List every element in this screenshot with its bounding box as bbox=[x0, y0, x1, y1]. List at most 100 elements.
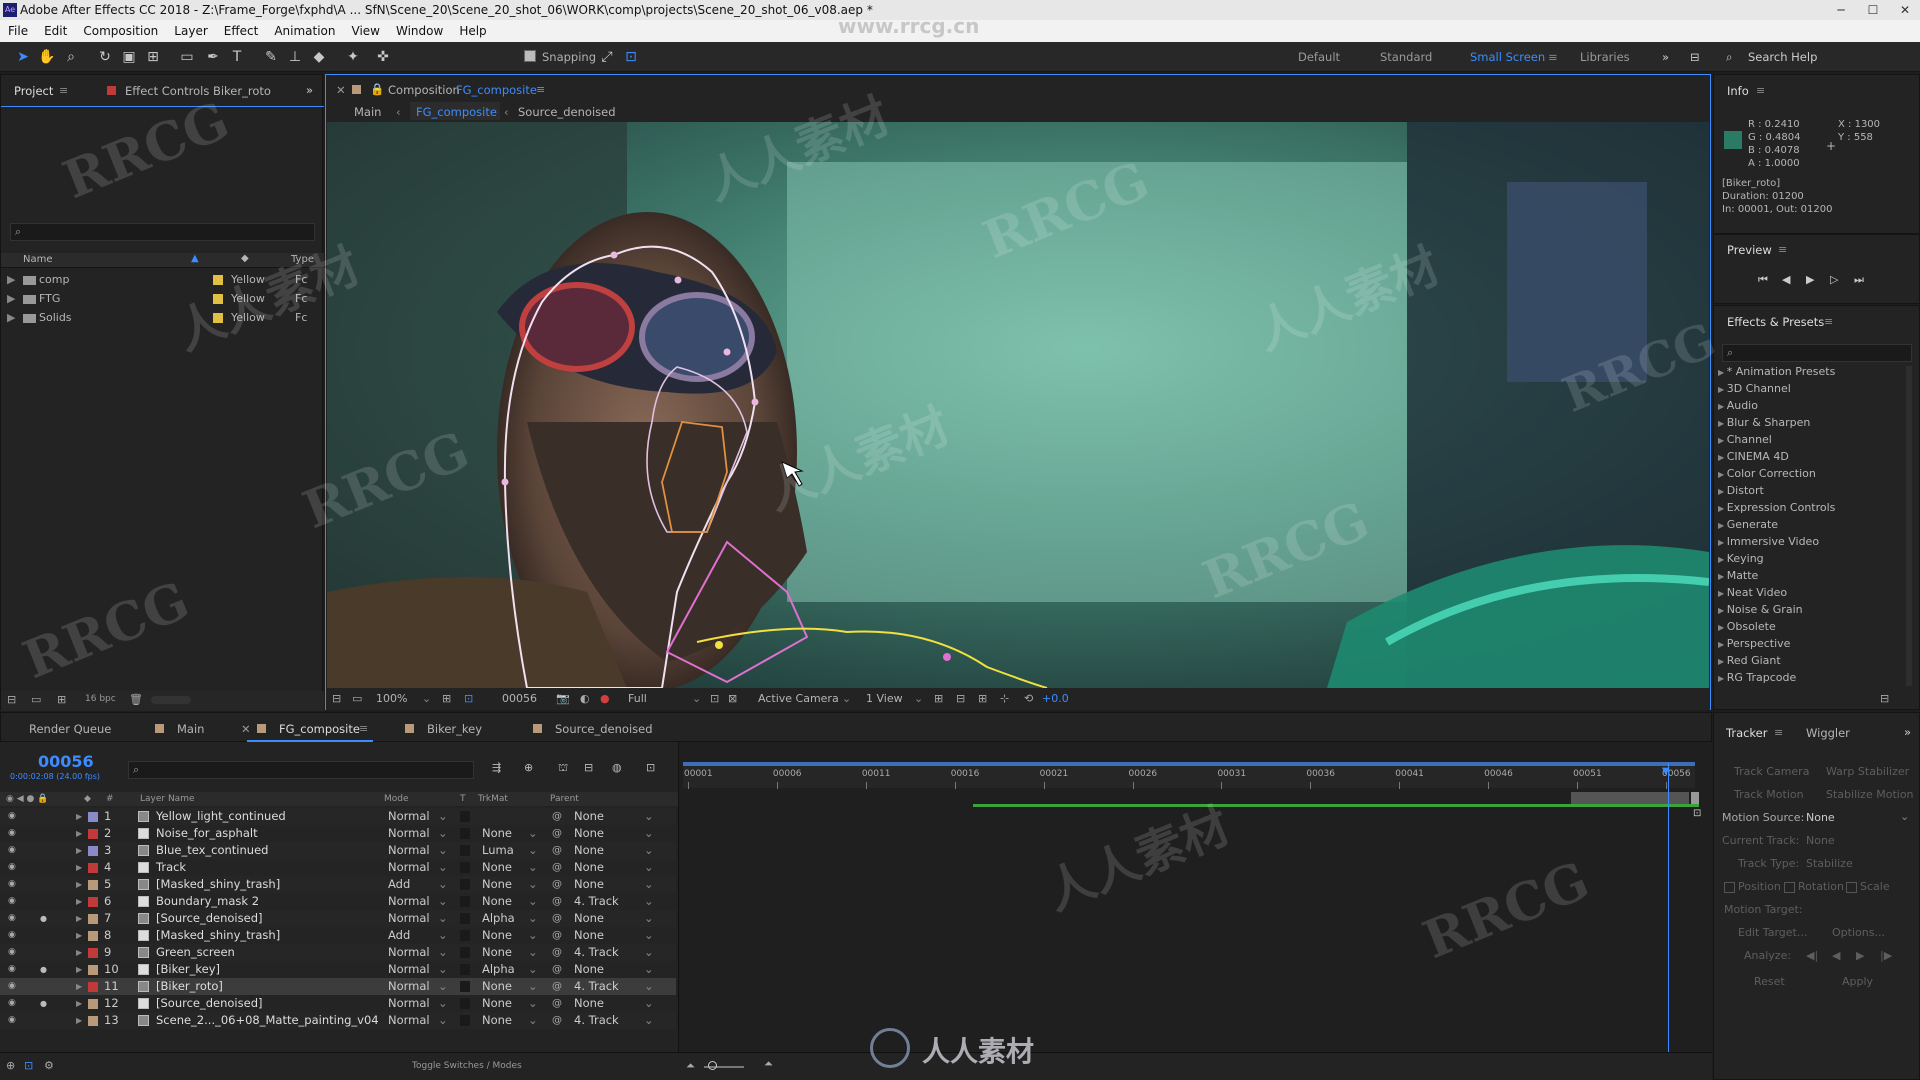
chevron-down-icon[interactable]: ⌄ bbox=[644, 808, 654, 825]
trkmat-dropdown[interactable]: Alpha bbox=[482, 961, 515, 978]
playhead-line[interactable] bbox=[1668, 763, 1669, 1053]
expand-arrow-icon[interactable]: ▶ bbox=[1718, 674, 1727, 683]
workspace-libraries[interactable]: Libraries bbox=[1580, 50, 1630, 64]
effects-category[interactable]: ▶ Distort bbox=[1718, 484, 1764, 497]
tab-source-denoised[interactable]: Source_denoised bbox=[555, 722, 653, 736]
zoom-slider-thumb[interactable] bbox=[708, 1061, 717, 1070]
playhead-marker-icon[interactable]: ▼ bbox=[1662, 766, 1670, 777]
layer-name[interactable]: [Masked_shiny_trash] bbox=[156, 927, 280, 944]
mask-vertex[interactable] bbox=[501, 478, 509, 486]
snapping-checkbox[interactable] bbox=[524, 50, 536, 62]
analyze-back-icon[interactable]: ◀ bbox=[1832, 949, 1840, 962]
effects-category[interactable]: ▶ * Animation Presets bbox=[1718, 365, 1835, 378]
tab-fg-composite[interactable]: FG_composite bbox=[279, 722, 360, 736]
chevron-down-icon[interactable]: ⌄ bbox=[528, 927, 538, 944]
expand-arrow-icon[interactable]: ▶ bbox=[76, 808, 82, 825]
visibility-eye-icon[interactable]: ◉ bbox=[8, 961, 16, 978]
effects-category[interactable]: ▶ Obsolete bbox=[1718, 620, 1776, 633]
eraser-tool-icon[interactable]: ◆ bbox=[310, 48, 328, 66]
mode-dropdown[interactable]: Normal bbox=[388, 893, 430, 910]
current-time-display[interactable]: 00056 bbox=[38, 752, 94, 771]
expand-arrow-icon[interactable]: ▶ bbox=[1718, 657, 1727, 666]
parent-dropdown[interactable]: None bbox=[574, 995, 604, 1012]
expand-arrow-icon[interactable]: ▶ bbox=[76, 893, 82, 910]
workspace-default[interactable]: Default bbox=[1298, 50, 1340, 64]
chevron-down-icon[interactable]: ⌄ bbox=[528, 910, 538, 927]
hand-tool-icon[interactable]: ✋ bbox=[38, 48, 56, 66]
toggle-pixel-icon[interactable]: ⊞ bbox=[934, 688, 943, 710]
layer-name[interactable]: Blue_tex_continued bbox=[156, 842, 268, 859]
clone-stamp-tool-icon[interactable]: ⊥ bbox=[286, 48, 304, 66]
visibility-eye-icon[interactable]: ◉ bbox=[8, 944, 16, 961]
channel-icon[interactable]: ● bbox=[600, 688, 610, 710]
mode-dropdown[interactable]: Normal bbox=[388, 961, 430, 978]
preserve-transparency-box[interactable] bbox=[460, 981, 470, 992]
last-frame-icon[interactable]: ⏭ bbox=[1854, 273, 1864, 287]
pick-whip-icon[interactable]: @ bbox=[552, 1012, 562, 1029]
expand-arrow-icon[interactable]: ▶ bbox=[76, 1012, 82, 1029]
chevron-down-icon[interactable]: ⌄ bbox=[438, 1012, 448, 1029]
breadcrumb-fg-composite[interactable]: FG_composite bbox=[416, 105, 497, 119]
solo-icon[interactable]: ● bbox=[40, 995, 47, 1012]
expand-arrow-icon[interactable]: ▶ bbox=[1718, 385, 1727, 394]
mode-dropdown[interactable]: Add bbox=[388, 876, 410, 893]
menu-help[interactable]: Help bbox=[459, 20, 486, 42]
lock-icon[interactable]: 🔒 bbox=[370, 82, 384, 96]
menu-layer[interactable]: Layer bbox=[174, 20, 207, 42]
expand-arrow-icon[interactable]: ▶ bbox=[1718, 470, 1727, 479]
tab-wiggler[interactable]: Wiggler bbox=[1806, 726, 1850, 740]
snapshot-icon[interactable]: 📷 bbox=[556, 688, 570, 710]
zoom-tool-icon[interactable]: ⌕ bbox=[62, 48, 80, 66]
visibility-eye-icon[interactable]: ◉ bbox=[8, 825, 16, 842]
label-color[interactable] bbox=[88, 897, 98, 907]
rotate-tool-icon[interactable]: ↻ bbox=[96, 48, 114, 66]
layer-name[interactable]: Track bbox=[156, 859, 186, 876]
stabilize-motion-button[interactable]: Stabilize Motion bbox=[1826, 788, 1914, 801]
visibility-eye-icon[interactable]: ◉ bbox=[8, 808, 16, 825]
effects-category[interactable]: ▶ Neat Video bbox=[1718, 586, 1787, 599]
effects-category[interactable]: ▶ Red Giant bbox=[1718, 654, 1781, 667]
chevron-down-icon[interactable]: ⌄ bbox=[438, 893, 448, 910]
fit-icon[interactable]: ⊞ bbox=[442, 688, 451, 710]
chevron-down-icon[interactable]: ⌄ bbox=[644, 825, 654, 842]
close-tab-icon[interactable]: ✕ bbox=[241, 722, 251, 736]
time-ruler[interactable] bbox=[683, 766, 1695, 788]
project-item[interactable]: ▶ FTG Yellow Fc bbox=[7, 290, 319, 307]
expand-arrow-icon[interactable]: ▶ bbox=[1718, 538, 1727, 547]
mode-dropdown[interactable]: Normal bbox=[388, 825, 430, 842]
chevron-down-icon[interactable]: ⌄ bbox=[528, 961, 538, 978]
chevron-down-icon[interactable]: ⌄ bbox=[644, 910, 654, 927]
frame-blending-icon[interactable]: ⊟ bbox=[584, 761, 593, 774]
effects-scrollbar[interactable] bbox=[1906, 366, 1912, 686]
panel-overflow-icon[interactable]: » bbox=[1904, 725, 1911, 739]
panel-overflow-icon[interactable]: » bbox=[306, 83, 313, 97]
info-menu-icon[interactable]: ≡ bbox=[1756, 84, 1765, 97]
chevron-down-icon[interactable]: ⌄ bbox=[842, 688, 851, 710]
label-color[interactable] bbox=[88, 863, 98, 873]
solo-icon[interactable]: ● bbox=[40, 961, 47, 978]
expand-arrow-icon[interactable]: ▶ bbox=[1718, 521, 1727, 530]
info-tab[interactable]: Info bbox=[1727, 84, 1749, 98]
composition-name[interactable]: FG_composite bbox=[456, 83, 537, 97]
effects-search-input[interactable]: ⌕ bbox=[1722, 344, 1912, 362]
effects-tab[interactable]: Effects & Presets bbox=[1727, 315, 1824, 329]
parent-dropdown[interactable]: 4. Track bbox=[574, 944, 619, 961]
preserve-transparency-box[interactable] bbox=[460, 998, 470, 1009]
label-color[interactable] bbox=[88, 846, 98, 856]
chevron-down-icon[interactable]: ⌄ bbox=[644, 978, 654, 995]
new-comp-icon[interactable]: ⊞ bbox=[57, 693, 66, 706]
chevron-down-icon[interactable]: ⌄ bbox=[438, 876, 448, 893]
preserve-transparency-box[interactable] bbox=[460, 845, 470, 856]
rotation-checkbox[interactable] bbox=[1784, 882, 1795, 893]
chevron-down-icon[interactable]: ⌄ bbox=[438, 961, 448, 978]
visibility-eye-icon[interactable]: ◉ bbox=[8, 978, 16, 995]
layer-name[interactable]: Boundary_mask 2 bbox=[156, 893, 259, 910]
always-preview-icon[interactable]: ⊟ bbox=[332, 688, 341, 710]
chevron-down-icon[interactable]: ⌄ bbox=[644, 1012, 654, 1029]
chevron-down-icon[interactable]: ⌄ bbox=[438, 825, 448, 842]
expand-arrow-icon[interactable]: ▶ bbox=[76, 859, 82, 876]
mask-vertex[interactable] bbox=[715, 641, 723, 649]
mode-dropdown[interactable]: Normal bbox=[388, 910, 430, 927]
timeline-icon[interactable]: ⊞ bbox=[978, 688, 987, 710]
chevron-down-icon[interactable]: ⌄ bbox=[644, 859, 654, 876]
